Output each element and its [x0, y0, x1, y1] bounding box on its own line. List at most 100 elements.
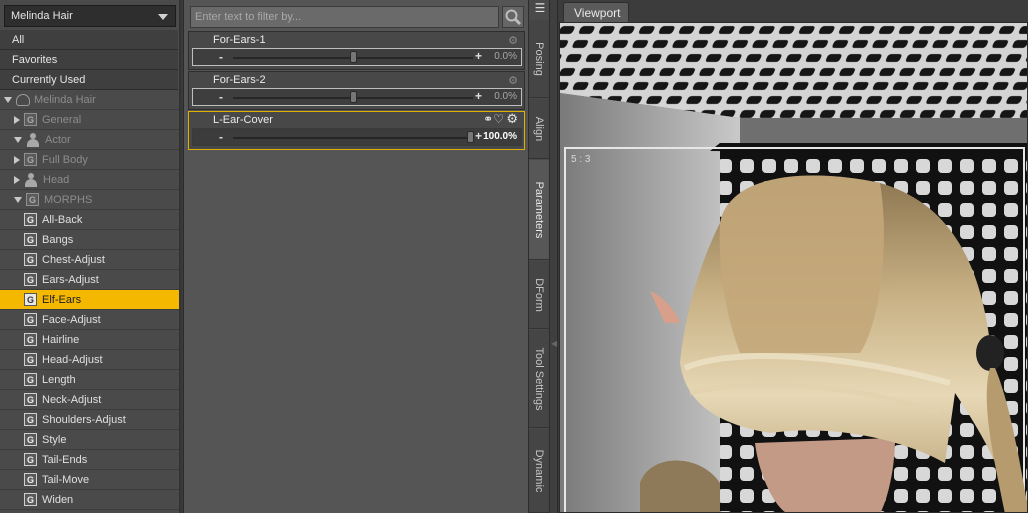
tree-item-elf-ears[interactable]: G Elf-Ears: [0, 290, 179, 310]
tree-item-melinda-hair[interactable]: Melinda Hair: [0, 90, 179, 110]
tab-dynamic[interactable]: Dynamic: [529, 429, 549, 513]
tree-item-label: Tail-Ends: [42, 453, 88, 466]
group-g-icon: G: [24, 433, 37, 446]
tree-item-head-adjust[interactable]: G Head-Adjust: [0, 350, 179, 370]
tree-item-all-back[interactable]: G All-Back: [0, 210, 179, 230]
scrollbar[interactable]: [179, 0, 181, 513]
group-g-icon: G: [24, 333, 37, 346]
parameter-value[interactable]: 0.0%: [494, 51, 517, 62]
scene-tree-panel: Melinda Hair All Favorites Currently Use…: [0, 0, 181, 513]
group-g-icon: G: [24, 213, 37, 226]
tree-item-label: Elf-Ears: [42, 293, 82, 306]
expand-down-icon[interactable]: [4, 96, 12, 103]
tree-item-style[interactable]: G Style: [0, 430, 179, 450]
pane-splitter[interactable]: ◀: [550, 0, 558, 513]
decrement-button[interactable]: -: [219, 50, 223, 64]
filter-currently-used[interactable]: Currently Used: [0, 70, 178, 90]
tree-item-face-adjust[interactable]: G Face-Adjust: [0, 310, 179, 330]
slider-track[interactable]: [233, 137, 473, 139]
tree-item-head[interactable]: Head: [0, 170, 179, 190]
tree-item-neck-adjust[interactable]: G Neck-Adjust: [0, 390, 179, 410]
group-g-icon: G: [24, 453, 37, 466]
tree-item-morphs[interactable]: G MORPHS: [0, 190, 179, 210]
slider-knob[interactable]: [350, 51, 357, 63]
menu-icon: ☰: [534, 1, 546, 15]
expand-right-icon[interactable]: [14, 115, 20, 124]
group-g-icon: G: [24, 353, 37, 366]
expand-down-icon[interactable]: [14, 136, 22, 143]
group-g-icon: G: [24, 493, 37, 506]
tree-item-label: Head: [43, 173, 70, 186]
parameter-l-ear-cover[interactable]: L-Ear-Cover ⚭♡ ⚙ - +100.0%: [188, 111, 525, 150]
tab-dform[interactable]: DForm: [529, 261, 549, 329]
parameter-for-ears-2[interactable]: For-Ears-2 ⚙ - +0.0%: [188, 71, 525, 110]
tree-item-label: Ears-Adjust: [42, 273, 99, 286]
side-tab-label: Posing: [533, 41, 545, 76]
slider-knob[interactable]: [350, 91, 357, 103]
parameter-slider[interactable]: - +0.0%: [192, 88, 522, 106]
chevron-down-icon: [158, 14, 168, 20]
figure-icon: [24, 172, 38, 187]
group-g-icon: G: [24, 413, 37, 426]
link-icon[interactable]: ⚭: [483, 112, 493, 126]
tree-item-full-body[interactable]: G Full Body: [0, 150, 179, 170]
increment-button[interactable]: +: [475, 89, 482, 103]
parameter-for-ears-1[interactable]: For-Ears-1 ⚙ - +0.0%: [188, 31, 525, 70]
pane-menu-button[interactable]: ☰: [532, 1, 548, 17]
tab-posing[interactable]: Posing: [529, 20, 549, 98]
tree-item-shoulders-adjust[interactable]: G Shoulders-Adjust: [0, 410, 179, 430]
tree-item-label: Tail-Move: [42, 473, 90, 486]
decrement-button[interactable]: -: [219, 90, 223, 104]
side-tab-label: Align: [533, 116, 545, 141]
filter-favorites[interactable]: Favorites: [0, 50, 178, 70]
group-g-icon: G: [24, 393, 37, 406]
parameter-slider[interactable]: - +0.0%: [192, 48, 522, 66]
group-g-icon: G: [26, 193, 39, 206]
tree-item-hairline[interactable]: G Hairline: [0, 330, 179, 350]
slider-knob[interactable]: [467, 131, 474, 143]
viewport-3d[interactable]: 5 : 3: [559, 22, 1028, 513]
tree-item-actor[interactable]: Actor: [0, 130, 179, 150]
splitter-grip-icon: ◀: [551, 339, 558, 348]
tab-parameters[interactable]: Parameters: [529, 160, 549, 260]
tree-item-label: Shoulders-Adjust: [42, 413, 126, 426]
group-g-icon: G: [24, 473, 37, 486]
tree-item-tail-ends[interactable]: G Tail-Ends: [0, 450, 179, 470]
tree-item-label: Face-Adjust: [42, 313, 101, 326]
increment-button[interactable]: +: [475, 129, 482, 143]
increment-button[interactable]: +: [475, 49, 482, 63]
tree-item-tail-move[interactable]: G Tail-Move: [0, 470, 179, 490]
tab-align[interactable]: Align: [529, 99, 549, 159]
tree-item-ears-adjust[interactable]: G Ears-Adjust: [0, 270, 179, 290]
gear-icon[interactable]: ⚙: [508, 74, 518, 87]
expand-right-icon[interactable]: [14, 155, 20, 164]
tree-item-label: Hairline: [42, 333, 80, 346]
expand-down-icon[interactable]: [14, 196, 22, 203]
search-button[interactable]: [502, 6, 524, 28]
viewport-render: [560, 23, 1027, 512]
gear-icon[interactable]: ⚙: [506, 111, 518, 127]
decrement-button[interactable]: -: [219, 130, 223, 144]
tree-item-bangs[interactable]: G Bangs: [0, 230, 179, 250]
parameter-value[interactable]: 100.0%: [483, 131, 517, 142]
tree-item-general[interactable]: G General: [0, 110, 179, 130]
parameter-slider[interactable]: - +100.0%: [192, 128, 522, 146]
favorite-heart-icon[interactable]: ♡: [493, 112, 504, 126]
parameter-value[interactable]: 0.0%: [494, 91, 517, 102]
side-tab-label: DForm: [533, 277, 545, 312]
tree-item-chest-adjust[interactable]: G Chest-Adjust: [0, 250, 179, 270]
parameter-label: For-Ears-2: [213, 74, 266, 86]
tree-item-label: Actor: [45, 133, 71, 146]
tree-item-length[interactable]: G Length: [0, 370, 179, 390]
gear-icon[interactable]: ⚙: [508, 34, 518, 47]
figure-icon: [26, 132, 40, 147]
tab-tool-settings[interactable]: Tool Settings: [529, 330, 549, 428]
tree-item-widen[interactable]: G Widen: [0, 490, 179, 510]
filter-all[interactable]: All: [0, 30, 178, 50]
node-select-dropdown[interactable]: Melinda Hair: [4, 5, 176, 27]
tree-item-label: Chest-Adjust: [42, 253, 105, 266]
expand-right-icon[interactable]: [14, 175, 20, 184]
filter-input[interactable]: Enter text to filter by...: [190, 6, 499, 28]
tab-viewport[interactable]: Viewport: [563, 2, 629, 22]
hair-node-icon: [16, 93, 30, 106]
